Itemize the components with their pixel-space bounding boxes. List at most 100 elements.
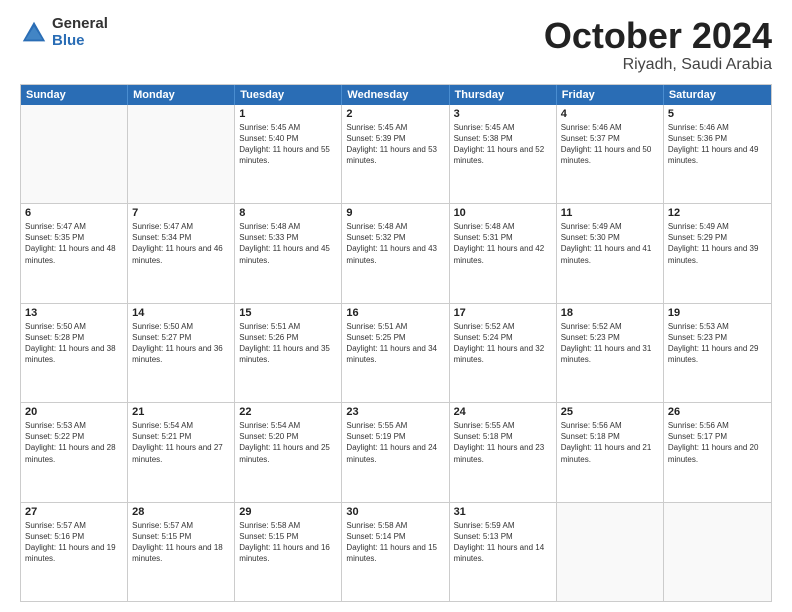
header-day-thursday: Thursday [450,85,557,105]
page: General Blue October 2024 Riyadh, Saudi … [0,0,792,612]
calendar-cell: 27 Sunrise: 5:57 AMSunset: 5:16 PMDayligh… [21,503,128,601]
cell-info: Sunrise: 5:56 AMSunset: 5:18 PMDaylight:… [561,420,659,465]
cell-day-number: 17 [454,307,552,319]
cell-day-number: 18 [561,307,659,319]
calendar-cell: 1 Sunrise: 5:45 AMSunset: 5:40 PMDaylight… [235,105,342,203]
logo-general-label: General [52,16,108,33]
calendar-cell: 7Sunrise: 5:47 AMSunset: 5:34 PMDaylight… [128,204,235,302]
cell-info: Sunrise: 5:56 AMSunset: 5:17 PMDaylight:… [668,420,767,465]
cell-day-number: 31 [454,506,552,518]
calendar-week-4: 20 Sunrise: 5:53 AMSunset: 5:22 PMDayligh… [21,402,771,501]
cell-day-number: 16 [346,307,444,319]
cell-day-number: 25 [561,406,659,418]
calendar-cell: 16 Sunrise: 5:51 AMSunset: 5:25 PMDayligh… [342,304,449,402]
cell-info: Sunrise: 5:52 AMSunset: 5:24 PMDaylight:… [454,321,552,366]
calendar-cell: 8 Sunrise: 5:48 AMSunset: 5:33 PMDaylight… [235,204,342,302]
logo-icon [20,19,48,47]
cell-info: Sunrise: 5:45 AMSunset: 5:39 PMDaylight:… [346,122,444,167]
cell-day-number: 3 [454,108,552,120]
cell-info: Sunrise: 5:46 AMSunset: 5:36 PMDaylight:… [668,122,767,167]
cell-day-number: 22 [239,406,337,418]
calendar: SundayMondayTuesdayWednesdayThursdayFrid… [20,84,772,602]
cell-info: Sunrise: 5:53 AMSunset: 5:22 PMDaylight:… [25,420,123,465]
calendar-cell: 24 Sunrise: 5:55 AMSunset: 5:18 PMDayligh… [450,403,557,501]
cell-day-number: 28 [132,506,230,518]
cell-info: Sunrise: 5:51 AMSunset: 5:26 PMDaylight:… [239,321,337,366]
calendar-cell: 22 Sunrise: 5:54 AMSunset: 5:20 PMDayligh… [235,403,342,501]
calendar-cell: 26 Sunrise: 5:56 AMSunset: 5:17 PMDayligh… [664,403,771,501]
cell-info: Sunrise: 5:51 AMSunset: 5:25 PMDaylight:… [346,321,444,366]
cell-info: Sunrise: 5:52 AMSunset: 5:23 PMDaylight:… [561,321,659,366]
cell-day-number: 20 [25,406,123,418]
calendar-cell: 5 Sunrise: 5:46 AMSunset: 5:36 PMDaylight… [664,105,771,203]
logo-text: General Blue [52,16,108,49]
cell-day-number: 8 [239,207,337,219]
calendar-body: 1 Sunrise: 5:45 AMSunset: 5:40 PMDaylight… [21,105,771,601]
cell-day-number: 30 [346,506,444,518]
cell-day-number: 26 [668,406,767,418]
calendar-cell: 2Sunrise: 5:45 AMSunset: 5:39 PMDaylight… [342,105,449,203]
calendar-cell: 4 Sunrise: 5:46 AMSunset: 5:37 PMDaylight… [557,105,664,203]
calendar-cell: 23Sunrise: 5:55 AMSunset: 5:19 PMDayligh… [342,403,449,501]
calendar-cell [664,503,771,601]
calendar-cell: 9Sunrise: 5:48 AMSunset: 5:32 PMDaylight… [342,204,449,302]
title-block: October 2024 Riyadh, Saudi Arabia [544,16,772,74]
cell-day-number: 10 [454,207,552,219]
cell-info: Sunrise: 5:55 AMSunset: 5:18 PMDaylight:… [454,420,552,465]
calendar-cell: 31 Sunrise: 5:59 AMSunset: 5:13 PMDayligh… [450,503,557,601]
calendar-cell: 25 Sunrise: 5:56 AMSunset: 5:18 PMDayligh… [557,403,664,501]
cell-info: Sunrise: 5:46 AMSunset: 5:37 PMDaylight:… [561,122,659,167]
cell-info: Sunrise: 5:48 AMSunset: 5:31 PMDaylight:… [454,221,552,266]
logo-blue-label: Blue [52,33,108,50]
calendar-cell: 18 Sunrise: 5:52 AMSunset: 5:23 PMDayligh… [557,304,664,402]
cell-info: Sunrise: 5:57 AMSunset: 5:16 PMDaylight:… [25,520,123,565]
cell-info: Sunrise: 5:58 AMSunset: 5:14 PMDaylight:… [346,520,444,565]
cell-info: Sunrise: 5:48 AMSunset: 5:33 PMDaylight:… [239,221,337,266]
cell-info: Sunrise: 5:55 AMSunset: 5:19 PMDaylight:… [346,420,444,465]
header-day-tuesday: Tuesday [235,85,342,105]
cell-day-number: 4 [561,108,659,120]
cell-day-number: 24 [454,406,552,418]
calendar-cell: 20 Sunrise: 5:53 AMSunset: 5:22 PMDayligh… [21,403,128,501]
calendar-location: Riyadh, Saudi Arabia [544,56,772,74]
cell-info: Sunrise: 5:50 AMSunset: 5:27 PMDaylight:… [132,321,230,366]
cell-day-number: 1 [239,108,337,120]
calendar-cell: 28Sunrise: 5:57 AMSunset: 5:15 PMDayligh… [128,503,235,601]
calendar-cell: 3 Sunrise: 5:45 AMSunset: 5:38 PMDaylight… [450,105,557,203]
cell-info: Sunrise: 5:49 AMSunset: 5:29 PMDaylight:… [668,221,767,266]
calendar-cell: 13Sunrise: 5:50 AMSunset: 5:28 PMDayligh… [21,304,128,402]
calendar-cell: 19 Sunrise: 5:53 AMSunset: 5:23 PMDayligh… [664,304,771,402]
cell-day-number: 11 [561,207,659,219]
cell-day-number: 19 [668,307,767,319]
calendar-cell [557,503,664,601]
cell-day-number: 13 [25,307,123,319]
cell-info: Sunrise: 5:58 AMSunset: 5:15 PMDaylight:… [239,520,337,565]
header-day-saturday: Saturday [664,85,771,105]
cell-day-number: 6 [25,207,123,219]
cell-day-number: 29 [239,506,337,518]
cell-day-number: 9 [346,207,444,219]
calendar-title: October 2024 [544,16,772,56]
calendar-cell: 17 Sunrise: 5:52 AMSunset: 5:24 PMDayligh… [450,304,557,402]
calendar-week-3: 13Sunrise: 5:50 AMSunset: 5:28 PMDayligh… [21,303,771,402]
calendar-cell: 21Sunrise: 5:54 AMSunset: 5:21 PMDayligh… [128,403,235,501]
cell-info: Sunrise: 5:45 AMSunset: 5:38 PMDaylight:… [454,122,552,167]
cell-info: Sunrise: 5:49 AMSunset: 5:30 PMDaylight:… [561,221,659,266]
logo: General Blue [20,16,108,49]
cell-info: Sunrise: 5:54 AMSunset: 5:20 PMDaylight:… [239,420,337,465]
calendar-week-2: 6Sunrise: 5:47 AMSunset: 5:35 PMDaylight… [21,203,771,302]
calendar-cell: 11 Sunrise: 5:49 AMSunset: 5:30 PMDayligh… [557,204,664,302]
cell-day-number: 27 [25,506,123,518]
header-day-monday: Monday [128,85,235,105]
calendar-week-5: 27 Sunrise: 5:57 AMSunset: 5:16 PMDayligh… [21,502,771,601]
cell-day-number: 21 [132,406,230,418]
cell-day-number: 12 [668,207,767,219]
calendar-cell [128,105,235,203]
header: General Blue October 2024 Riyadh, Saudi … [20,16,772,74]
cell-info: Sunrise: 5:53 AMSunset: 5:23 PMDaylight:… [668,321,767,366]
calendar-cell: 29 Sunrise: 5:58 AMSunset: 5:15 PMDayligh… [235,503,342,601]
calendar-cell [21,105,128,203]
cell-info: Sunrise: 5:45 AMSunset: 5:40 PMDaylight:… [239,122,337,167]
cell-info: Sunrise: 5:59 AMSunset: 5:13 PMDaylight:… [454,520,552,565]
cell-day-number: 5 [668,108,767,120]
